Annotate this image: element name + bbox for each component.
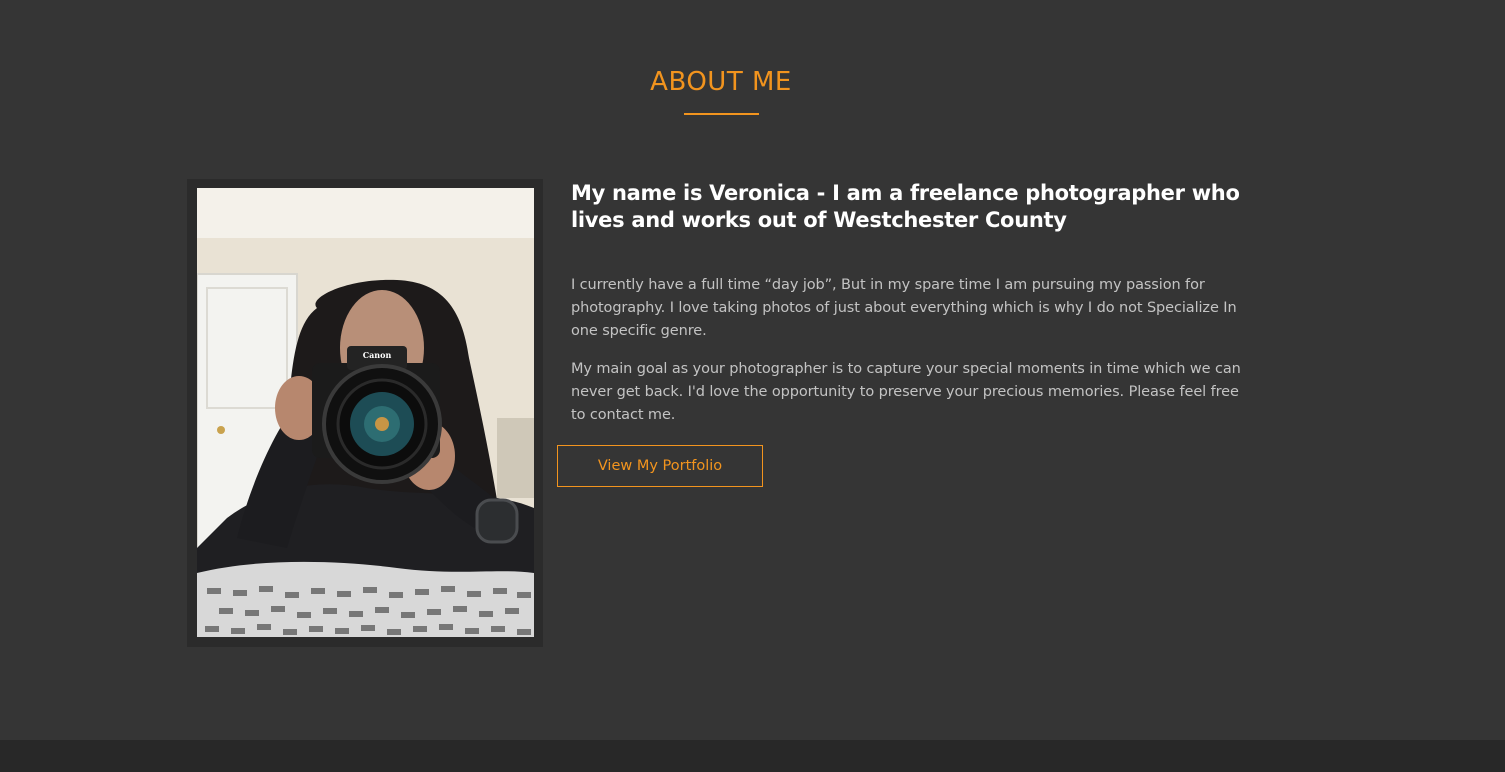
photo-shelf: [497, 418, 534, 498]
about-section: ABOUT ME Canon My name is Veronica - I a…: [0, 0, 1505, 740]
footer-strip: [0, 740, 1505, 772]
photo-watch: [475, 498, 519, 544]
photo-camera-brand: Canon: [363, 350, 392, 360]
profile-photo-frame: Canon: [187, 179, 543, 647]
photo-ceiling: [197, 188, 534, 238]
title-underline: [684, 113, 759, 115]
about-paragraph-2: My main goal as your photographer is to …: [571, 361, 1241, 423]
photo-doorknob: [217, 426, 225, 434]
profile-photo: Canon: [197, 188, 534, 637]
section-title: ABOUT ME: [650, 67, 792, 97]
about-paragraph-1: I currently have a full time “day job”, …: [571, 277, 1237, 339]
view-portfolio-button[interactable]: View My Portfolio: [557, 445, 763, 487]
about-headline: My name is Veronica - I am a freelance p…: [571, 181, 1240, 232]
photo-lens-reflection: [375, 417, 389, 431]
